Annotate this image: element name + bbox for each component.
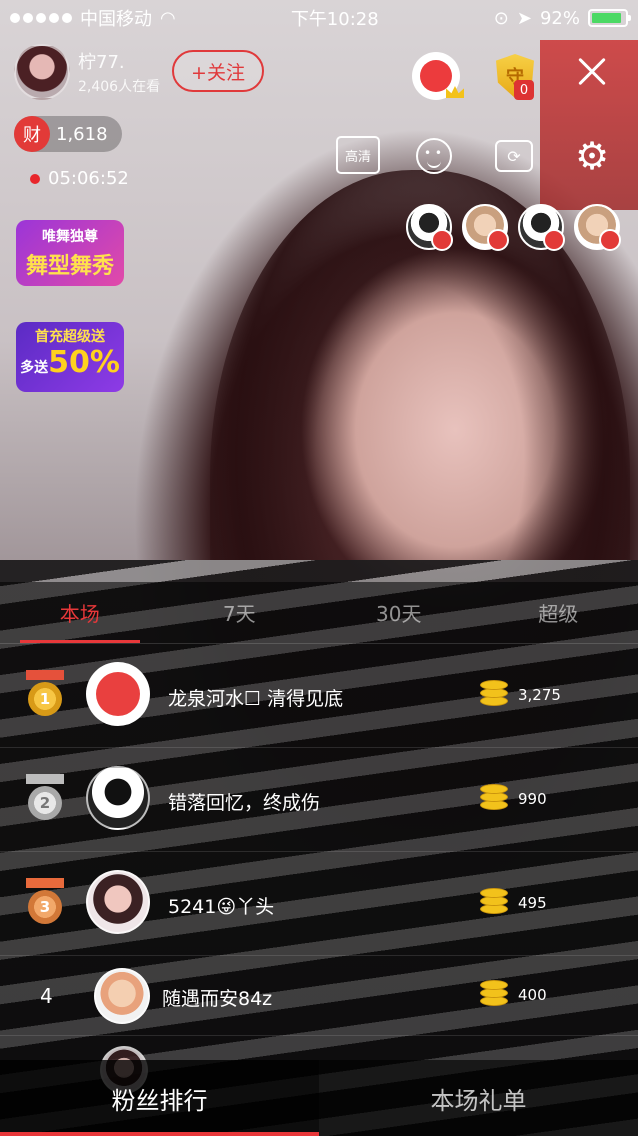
coin-stack-icon <box>480 680 510 710</box>
table-row[interactable]: 1 龙泉河水☐ 清得见底 3,275 <box>0 644 638 748</box>
audience-avatar[interactable] <box>462 204 509 251</box>
audience-avatar[interactable] <box>406 204 453 251</box>
coin-stack-icon <box>480 784 510 814</box>
wealth-value: 1,618 <box>56 123 108 145</box>
hd-quality-button[interactable]: 高清 <box>336 136 380 174</box>
location-icon: ➤ <box>516 7 532 29</box>
status-bar: 中国移动 ◠ 下午10:28 ⊙ ➤ 92% <box>0 0 638 36</box>
table-row[interactable]: 3 5241😜丫头 495 <box>0 852 638 956</box>
contribution-value: 3,275 <box>518 686 561 704</box>
user-name: 错落回忆，终成伤 <box>168 792 321 814</box>
rotation-lock-icon: ⊙ <box>493 7 509 29</box>
charge-banner-top: 首充超级送 <box>35 329 105 345</box>
gear-icon[interactable]: ⚙ <box>572 136 612 176</box>
audience-avatar[interactable] <box>574 204 621 251</box>
bottom-tab-bar: 粉丝排行 本场礼单 <box>0 1060 638 1136</box>
gold-medal-icon: 1 <box>26 670 64 716</box>
user-avatar[interactable] <box>86 870 150 934</box>
follow-button[interactable]: +关注 <box>172 50 264 92</box>
contribution-value: 495 <box>518 894 547 912</box>
wealth-icon: 财 <box>14 116 50 152</box>
wealth-badge[interactable]: 财 1,618 <box>14 116 122 152</box>
bronze-medal-icon: 3 <box>26 878 64 924</box>
tab-7-days[interactable]: 7天 <box>160 582 320 643</box>
switch-camera-icon[interactable]: ⟳ <box>494 136 534 176</box>
user-name: 龙泉河水☐ 清得见底 <box>168 688 344 710</box>
close-icon[interactable] <box>572 52 612 92</box>
silver-medal-icon: 2 <box>26 774 64 820</box>
table-row[interactable]: 4 随遇而安84z 400 <box>0 956 638 1036</box>
user-name: 随遇而安84z <box>162 988 273 1010</box>
carrier-label: 中国移动 <box>80 9 152 30</box>
battery-percent: 92% <box>539 7 580 29</box>
rank-period-tabs: 本场 7天 30天 超级 <box>0 582 638 644</box>
coin-stack-icon <box>480 980 510 1010</box>
live-dot-icon <box>30 173 40 184</box>
tab-super[interactable]: 超级 <box>479 582 638 643</box>
table-row[interactable]: 2 错落回忆，终成伤 990 <box>0 748 638 852</box>
user-avatar[interactable] <box>94 968 150 1024</box>
live-duration: 05:06:52 <box>30 168 129 189</box>
live-duration-text: 05:06:52 <box>48 168 129 189</box>
tab-gift-list[interactable]: 本场礼单 <box>319 1060 638 1136</box>
audience-avatars <box>406 204 621 251</box>
wifi-icon: ◠ <box>160 7 176 29</box>
signal-icon <box>10 13 72 23</box>
dance-show-banner[interactable]: 唯舞独尊 舞型舞秀 <box>16 220 124 286</box>
host-info[interactable]: 柠77. 2,406人在看 <box>14 44 160 100</box>
dance-banner-top: 唯舞独尊 <box>42 229 98 245</box>
beauty-face-icon[interactable] <box>414 136 454 176</box>
dance-banner-main: 舞型舞秀 <box>25 254 114 279</box>
tab-30-days[interactable]: 30天 <box>319 582 479 643</box>
guard-button[interactable]: 守 0 <box>494 50 536 102</box>
rank-number: 4 <box>40 984 53 1008</box>
tab-this-show[interactable]: 本场 <box>0 582 160 643</box>
charge-banner-side: 多送 <box>20 360 49 376</box>
clock: 下午10:28 <box>290 9 379 30</box>
host-avatar[interactable] <box>14 44 70 100</box>
user-name: 5241😜丫头 <box>168 896 275 918</box>
audience-avatar[interactable] <box>518 204 565 251</box>
charge-banner-main: 50% <box>48 345 120 380</box>
first-charge-banner[interactable]: 首充超级送 多送50% <box>16 322 124 392</box>
viewer-count: 2,406人在看 <box>78 79 161 95</box>
battery-icon <box>587 9 631 27</box>
contribution-value: 400 <box>518 986 547 1004</box>
coin-stack-icon <box>480 888 510 918</box>
host-name: 柠77. <box>78 52 125 73</box>
contribution-value: 990 <box>518 790 547 808</box>
tab-fan-ranking[interactable]: 粉丝排行 <box>0 1060 319 1136</box>
user-avatar[interactable] <box>86 766 150 830</box>
gift-king-icon[interactable] <box>412 52 460 100</box>
guard-count-badge: 0 <box>514 80 534 100</box>
user-avatar[interactable] <box>86 662 150 726</box>
